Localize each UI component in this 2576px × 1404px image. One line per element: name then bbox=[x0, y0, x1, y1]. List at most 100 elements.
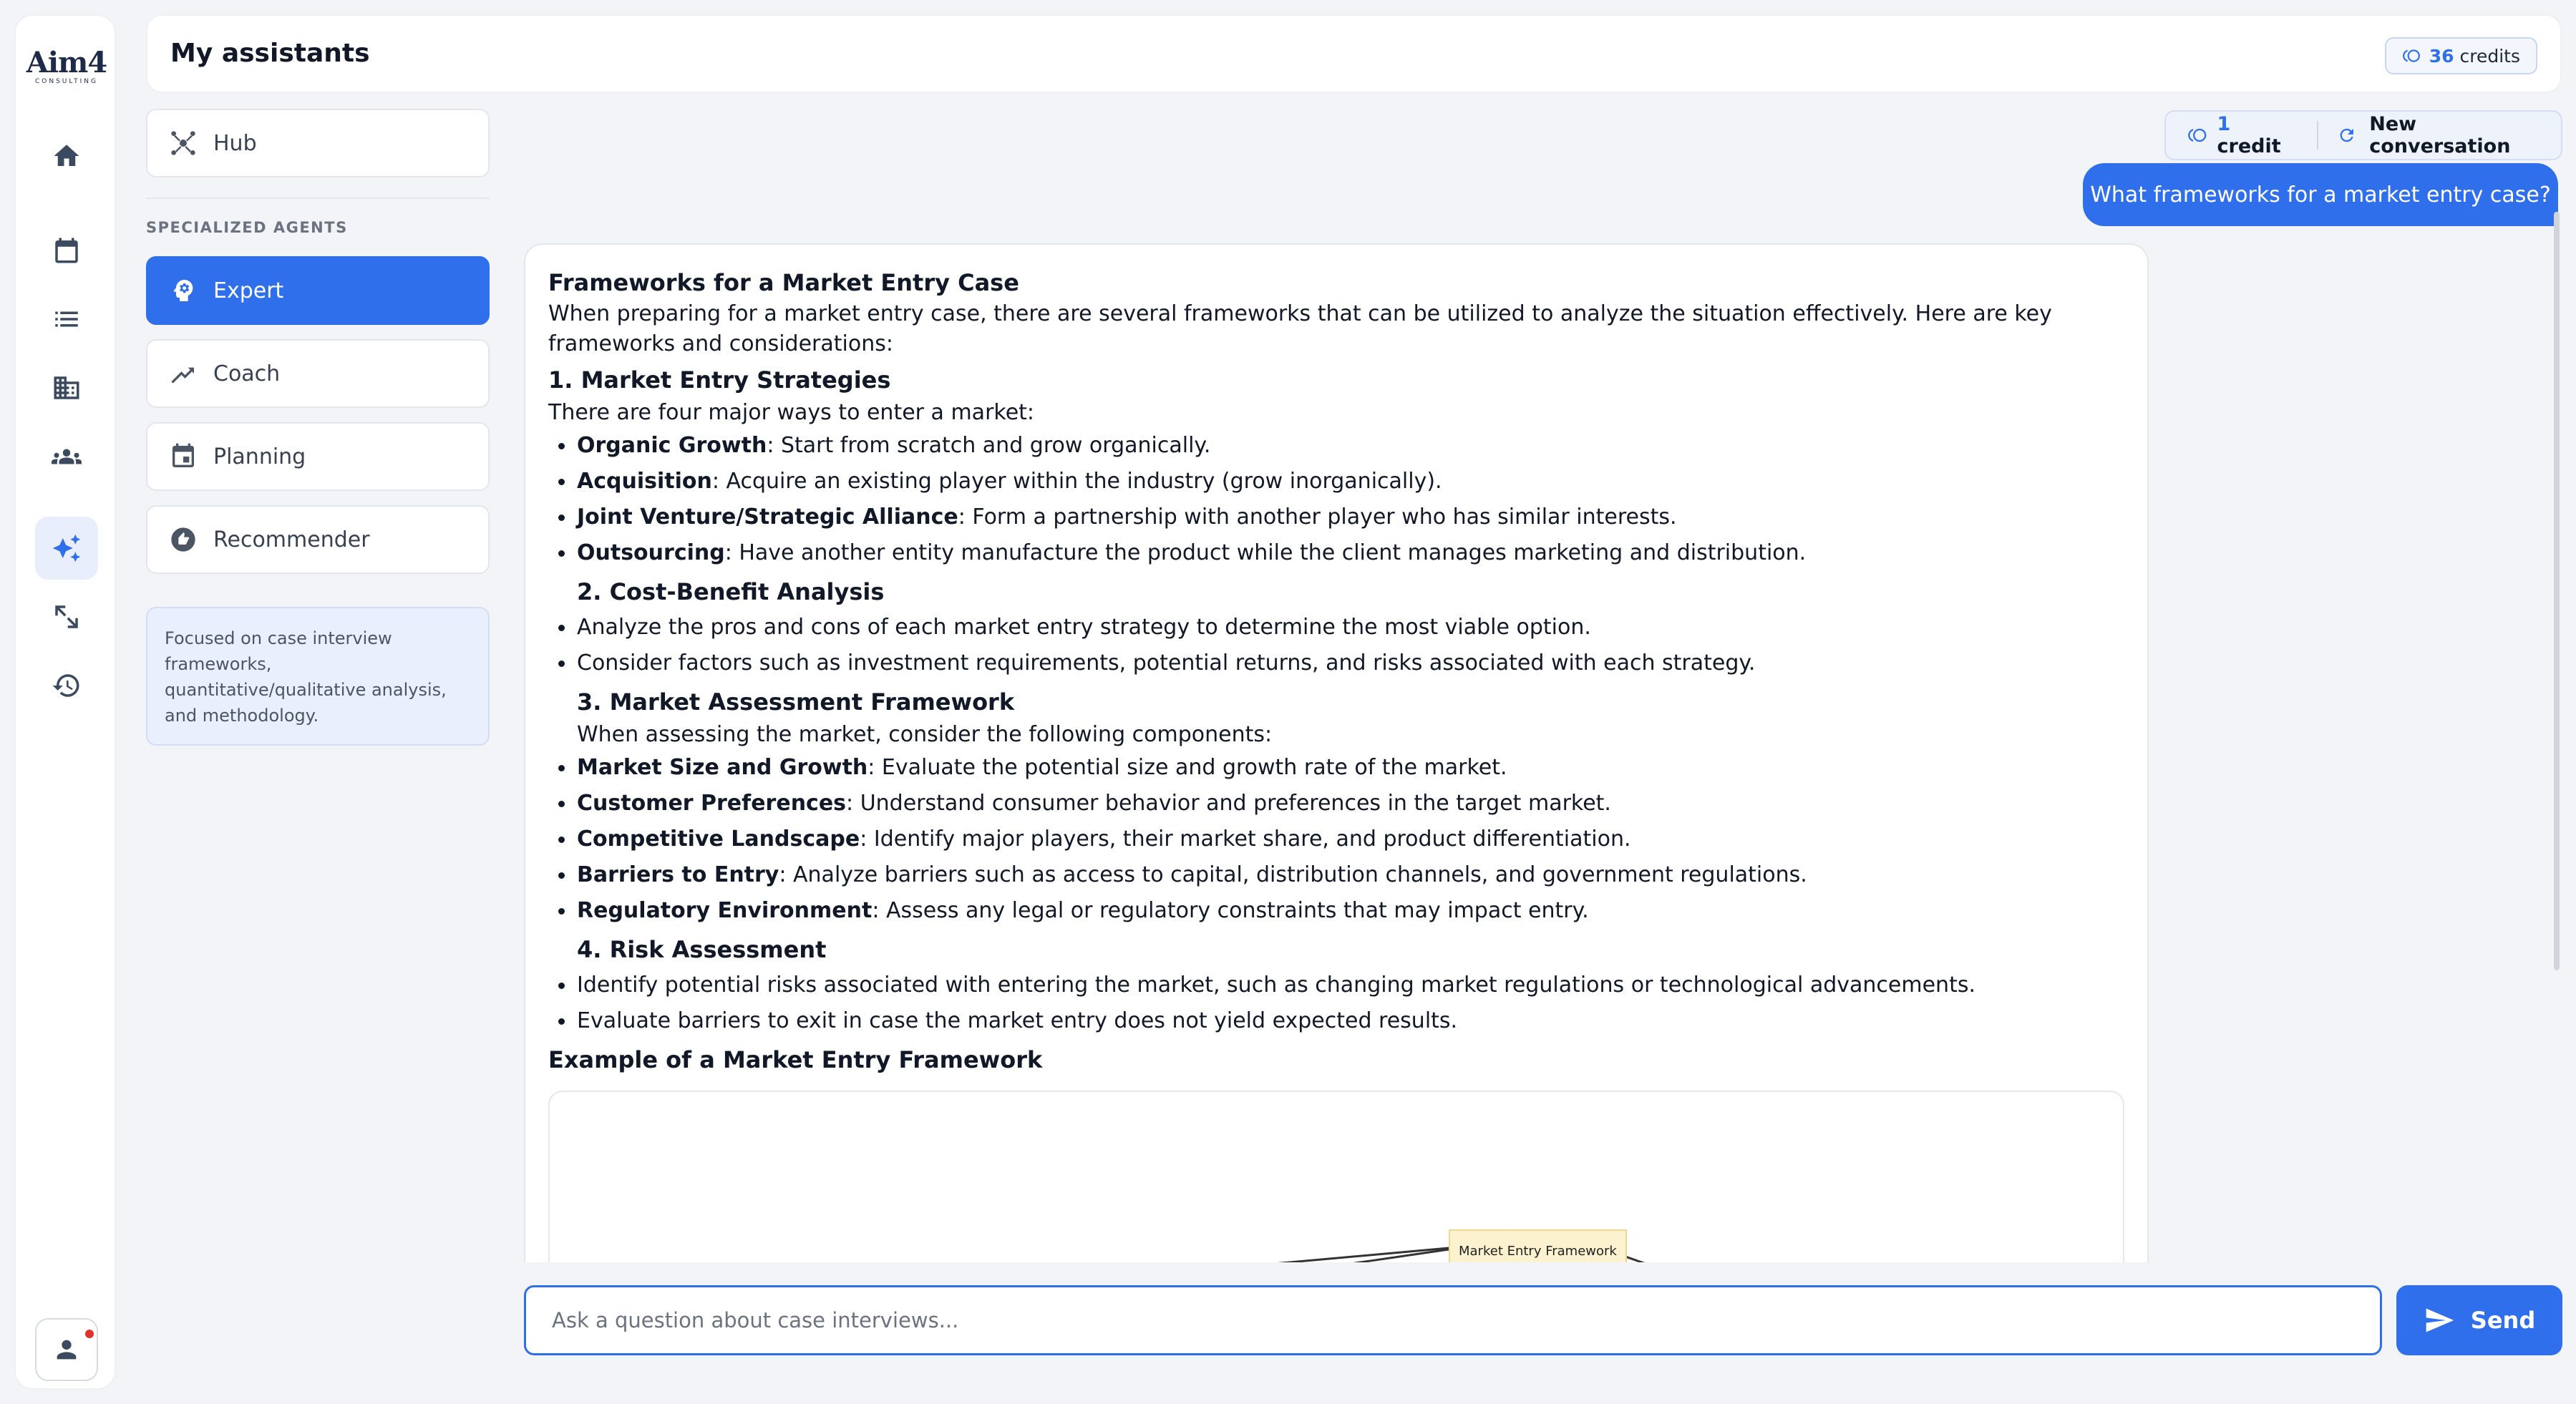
list-item: Outsourcing: Have another entity manufac… bbox=[548, 535, 2124, 571]
list-item-term: Market Size and Growth bbox=[577, 755, 868, 780]
chat-input[interactable] bbox=[524, 1285, 2382, 1355]
list-item: Identify potential risks associated with… bbox=[548, 967, 2124, 1003]
trending-icon bbox=[171, 367, 194, 384]
section-heading: 3. Market Assessment Framework bbox=[577, 688, 1015, 716]
thumbs-up-icon bbox=[171, 527, 195, 552]
response-title: Frameworks for a Market Entry Case bbox=[548, 269, 1019, 296]
page-title: My assistants bbox=[170, 39, 370, 68]
bullet-list: Identify potential risks associated with… bbox=[548, 967, 2124, 1039]
section-intro: When assessing the market, consider the … bbox=[577, 722, 1273, 747]
profile-button[interactable] bbox=[35, 1318, 98, 1381]
new-conversation-label: New conversation bbox=[2369, 113, 2511, 157]
list-item-term: Joint Venture/Strategic Alliance bbox=[577, 504, 958, 530]
new-conversation-button[interactable]: New conversation bbox=[2318, 113, 2561, 157]
agents-divider bbox=[146, 198, 490, 199]
send-label: Send bbox=[2470, 1307, 2536, 1334]
response-intro: When preparing for a market entry case, … bbox=[548, 301, 2052, 356]
list-item-text: : Evaluate the potential size and growth… bbox=[867, 755, 1507, 780]
nav-assistants-button[interactable] bbox=[35, 517, 98, 580]
user-icon bbox=[57, 1340, 77, 1360]
logo-text: Aim4 bbox=[26, 46, 107, 79]
section-heading: 1. Market Entry Strategies bbox=[548, 366, 891, 394]
agent-label: Recommender bbox=[213, 527, 370, 552]
nav-rail: Aim4 CONSULTING bbox=[14, 14, 116, 1390]
list-item-term: Outsourcing bbox=[577, 540, 725, 565]
agent-description: Focused on case interview frameworks, qu… bbox=[146, 607, 490, 746]
sparkle-icon bbox=[52, 534, 81, 562]
history-icon bbox=[52, 674, 79, 697]
list-item-term: Organic Growth bbox=[577, 433, 767, 458]
list-item: Competitive Landscape: Identify major pl… bbox=[548, 822, 2124, 857]
list-item-text: : Understand consumer behavior and prefe… bbox=[846, 791, 1611, 816]
credits-badge[interactable]: 36 credits bbox=[2384, 37, 2537, 74]
expand-icon bbox=[55, 605, 78, 628]
list-icon bbox=[55, 311, 78, 327]
calendar-event-icon bbox=[172, 443, 194, 467]
credit-label: credit bbox=[2217, 135, 2281, 157]
list-item-text: : Form a partnership with another player… bbox=[958, 504, 1677, 530]
hub-icon bbox=[171, 131, 195, 155]
chat-actions: 1 credit New conversation bbox=[2164, 110, 2562, 160]
credits-label: credits bbox=[2459, 45, 2521, 67]
diagram-root-node: Market Entry Framework bbox=[1449, 1229, 1627, 1262]
list-item: Regulatory Environment: Assess any legal… bbox=[548, 893, 2124, 929]
list-item: Market Size and Growth: Evaluate the pot… bbox=[548, 750, 2124, 786]
list-item-term: Customer Preferences bbox=[577, 791, 847, 816]
list-item: Analyze the pros and cons of each market… bbox=[548, 610, 2124, 645]
agent-label: Expert bbox=[213, 278, 284, 303]
agent-expert-button[interactable]: Expert bbox=[146, 256, 490, 325]
coins-icon bbox=[2188, 128, 2207, 142]
assistant-message: Frameworks for a Market Entry Case When … bbox=[524, 243, 2149, 1262]
calendar-icon bbox=[55, 238, 78, 263]
diagram-edges bbox=[1277, 1247, 1646, 1262]
send-button[interactable]: Send bbox=[2396, 1285, 2562, 1355]
coins-icon bbox=[2402, 49, 2420, 62]
hub-button[interactable]: Hub bbox=[146, 109, 490, 177]
page-header: My assistants 36 credits bbox=[146, 14, 2562, 93]
list-item-term: Regulatory Environment bbox=[577, 898, 873, 923]
nav-history-button[interactable] bbox=[35, 654, 98, 717]
list-item-term: Barriers to Entry bbox=[577, 862, 779, 887]
credits-value: 36 bbox=[2429, 45, 2454, 67]
nav-expand-button[interactable] bbox=[35, 585, 98, 648]
list-item: Organic Growth: Start from scratch and g… bbox=[548, 428, 2124, 464]
bullet-list: Market Size and Growth: Evaluate the pot… bbox=[548, 750, 2124, 929]
people-icon bbox=[52, 449, 82, 464]
list-item-text: : Identify major players, their market s… bbox=[860, 827, 1631, 852]
list-item-text: : Assess any legal or regulatory constra… bbox=[872, 898, 1589, 923]
nav-home-button[interactable] bbox=[35, 125, 98, 187]
nav-companies-button[interactable] bbox=[35, 356, 98, 419]
brain-icon bbox=[173, 280, 193, 301]
section-intro: There are four major ways to enter a mar… bbox=[548, 400, 1035, 425]
logo[interactable]: Aim4 CONSULTING bbox=[16, 46, 117, 85]
list-item: Joint Venture/Strategic Alliance: Form a… bbox=[548, 499, 2124, 535]
chat-scrollbar[interactable] bbox=[2554, 212, 2560, 970]
list-item-term: Competitive Landscape bbox=[577, 827, 860, 852]
user-message: What frameworks for a market entry case? bbox=[2083, 163, 2558, 226]
nav-list-button[interactable] bbox=[35, 288, 98, 351]
section-heading: 2. Cost-Benefit Analysis bbox=[577, 578, 885, 605]
list-item-term: Acquisition bbox=[577, 469, 712, 494]
message-credit-cost: 1 credit bbox=[2166, 113, 2317, 157]
agent-coach-button[interactable]: Coach bbox=[146, 339, 490, 408]
agent-recommender-button[interactable]: Recommender bbox=[146, 505, 490, 574]
agent-planning-button[interactable]: Planning bbox=[146, 422, 490, 491]
nav-calendar-button[interactable] bbox=[35, 219, 98, 282]
list-item: Consider factors such as investment requ… bbox=[548, 645, 2124, 681]
agent-label: Planning bbox=[213, 444, 306, 469]
agent-label: Coach bbox=[213, 361, 281, 386]
bullet-list: Organic Growth: Start from scratch and g… bbox=[548, 428, 2124, 571]
nav-team-button[interactable] bbox=[35, 425, 98, 488]
send-icon bbox=[2426, 1308, 2454, 1332]
hub-label: Hub bbox=[213, 130, 257, 156]
refresh-icon bbox=[2340, 128, 2353, 142]
home-icon bbox=[54, 145, 79, 166]
section-label: SPECIALIZED AGENTS bbox=[146, 219, 348, 236]
section-heading: 4. Risk Assessment bbox=[577, 936, 827, 963]
list-item: Evaluate barriers to exit in case the ma… bbox=[548, 1003, 2124, 1039]
list-item-text: : Start from scratch and grow organicall… bbox=[767, 433, 1211, 458]
list-item-text: : Analyze barriers such as access to cap… bbox=[779, 862, 1807, 887]
notification-dot bbox=[85, 1330, 94, 1338]
building-icon bbox=[54, 376, 79, 399]
list-item-text: : Have another entity manufacture the pr… bbox=[724, 540, 1807, 565]
